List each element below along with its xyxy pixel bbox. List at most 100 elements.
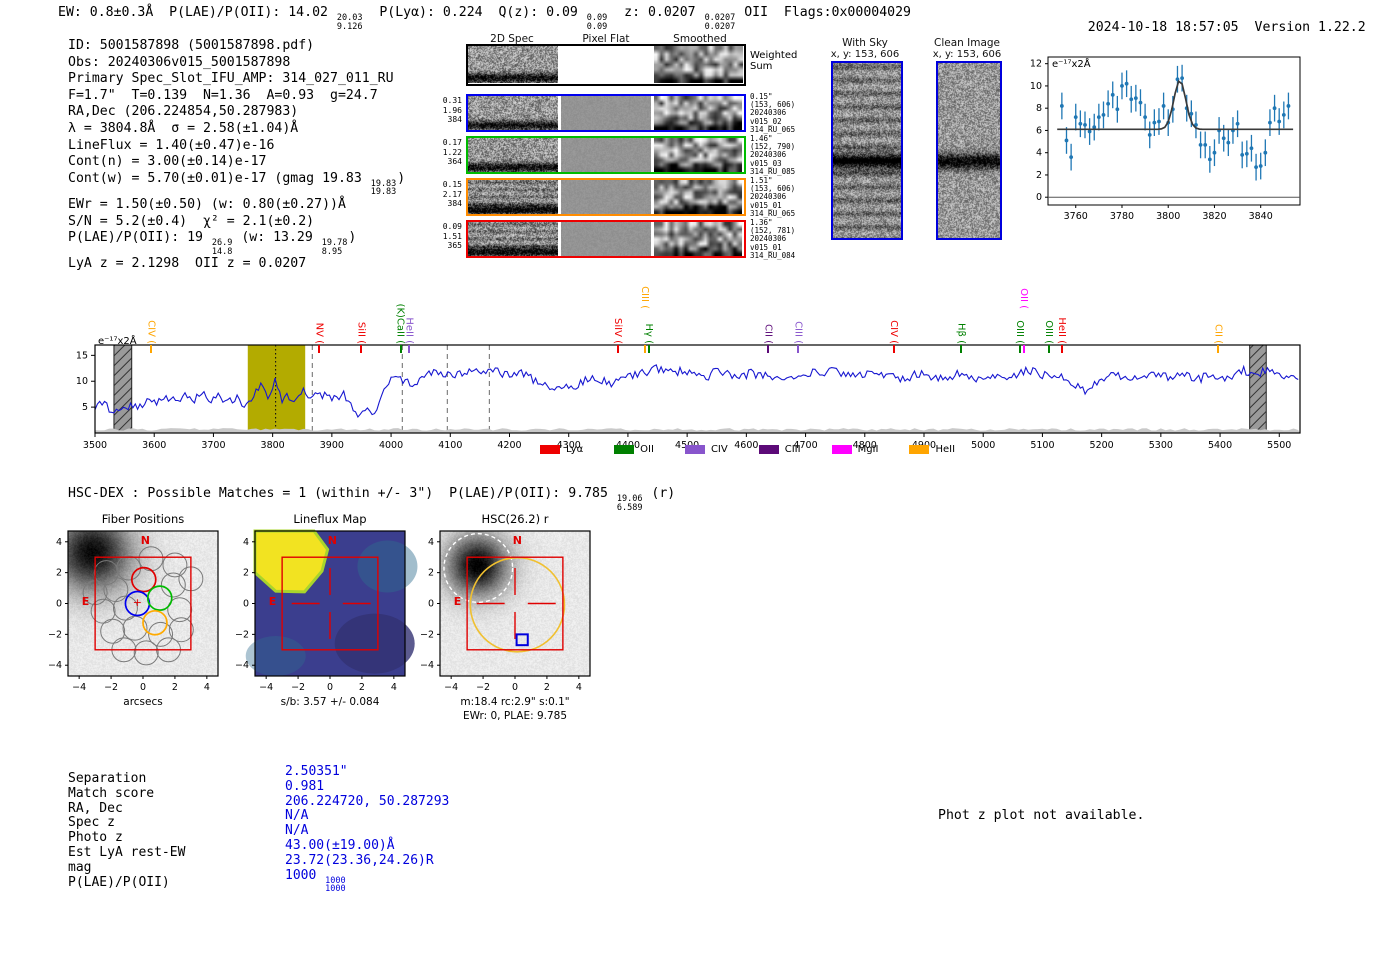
match-value: 43.00(±19.00)Å: [285, 837, 395, 853]
scale-value: 364: [447, 157, 462, 166]
inset-plot-svg: 0 2 4 6 8 10 12 3760 3780 3800 3820 3840: [1030, 56, 1301, 222]
match-label: Photo z: [68, 830, 123, 846]
emission-line-tick: [648, 345, 651, 353]
info-line-9: Cont(w) = 5.70(±0.01)e-17 (gmag 19.83 19…: [68, 171, 405, 197]
svg-text:E: E: [454, 595, 462, 608]
clean-image-coords: x, y: 153, 606: [932, 49, 1002, 60]
cutout-image: [468, 138, 558, 172]
match-value: 23.72(23.36,24.26)R: [285, 852, 434, 868]
text-segment: RA,Dec (206.224854,50.287983): [68, 104, 299, 120]
emission-line-tick: [892, 345, 895, 353]
svg-text:−2: −2: [476, 682, 490, 693]
legend-item-OII: OII: [614, 444, 654, 455]
lineflux-overlay: N E −4 −2 0 2 4 −4 −2 0 2 4: [235, 529, 418, 693]
cutout-image: [561, 46, 651, 83]
emission-line-tick: [150, 345, 153, 353]
emission-line-tick: [1217, 345, 1220, 353]
cutout-image: [561, 222, 651, 256]
scale-value: 384: [447, 199, 462, 208]
stacked-uncertainty: 20.03 9.126: [336, 13, 363, 32]
svg-text:3820: 3820: [1202, 211, 1226, 222]
text-segment: Cont(w) = 5.70(±0.01)e-17 (gmag 19.83: [68, 170, 370, 186]
cutout-row-annotations: 0.15" (153, 606) 20240306 v015_02 314_RU_065: [750, 92, 820, 134]
svg-text:−4: −4: [444, 682, 458, 693]
emission-line-tick: [1060, 345, 1063, 353]
info-line-3: Primary Spec_Slot_IFU_AMP: 314_027_011_R…: [68, 71, 405, 88]
emission-line-tick: [960, 345, 963, 353]
scale-value: 1.22: [442, 147, 462, 157]
panel-fiber: Fiber Positions + N E −4 −2 0 2 4 −4 −2 0 2 4 arcsecs: [38, 510, 248, 725]
cutout-image: [468, 46, 558, 83]
panel-xlabel-lineflux: s/b: 3.57 +/- 0.084: [280, 696, 380, 708]
svg-text:5500: 5500: [1267, 440, 1291, 451]
cutout-image: [468, 96, 558, 130]
svg-text:−2: −2: [235, 629, 249, 640]
legend-item-CIV: CIV: [684, 444, 728, 455]
annotation-line: 314_RU_085: [750, 166, 796, 176]
svg-text:−2: −2: [420, 629, 434, 640]
emission-line-tick: [318, 345, 321, 353]
info-line-6: λ = 3804.8Å σ = 2.58(±1.04)Å: [68, 121, 405, 138]
emission-line-marker-HeII: HeII (: [403, 317, 415, 344]
svg-text:2: 2: [428, 568, 434, 579]
emission-line-marker-HeII: HeII (: [1055, 317, 1067, 344]
svg-text:4: 4: [391, 682, 397, 693]
clean-image-title: Clean Image: [933, 37, 1001, 49]
svg-text:2: 2: [56, 568, 62, 579]
emission-line-tick: [797, 345, 800, 353]
svg-text:E: E: [269, 595, 277, 608]
match-label: P(LAE)/P(OII): [68, 874, 170, 890]
stacked-uncertainty: 0.09 0.09: [586, 13, 608, 32]
match-value: 2.50351": [285, 764, 348, 779]
emission-line-marker-CII: CII (: [1212, 324, 1224, 344]
text-segment: Cont(n) = 3.00(±0.14)e-17: [68, 154, 267, 170]
cutout-image: [654, 138, 742, 172]
emission-line-marker-CIV: CIV (: [887, 320, 899, 344]
emission-line-marker-CIV: CIV (: [145, 320, 157, 344]
svg-text:−2: −2: [291, 682, 305, 693]
emission-line-marker-NV: NV (: [313, 322, 325, 344]
panel-xlabel2-hsc: EWr: 0, PLAE: 9.785: [462, 710, 568, 722]
stacked-uncertainty: 26.9 14.8: [211, 238, 233, 257]
svg-text:N: N: [513, 534, 522, 547]
text-segment: F=1.7" T=0.139 N=1.36 A=0.93 g=24.7: [68, 87, 378, 103]
svg-text:5400: 5400: [1208, 440, 1232, 451]
legend-label: MgII: [857, 444, 879, 455]
panel-xlabel-hsc: m:18.4 rc:2.9" s:0.1": [460, 696, 570, 708]
emission-line-tick: [1018, 345, 1021, 353]
hsc-dex-summary-line: HSC-DEX : Possible Matches = 1 (within +…: [68, 486, 675, 512]
svg-text:2: 2: [1036, 170, 1042, 181]
scale-value: 1.51: [442, 231, 462, 241]
photz-note: Phot z plot not available.: [938, 808, 1145, 823]
emission-line-tick: [1047, 345, 1050, 353]
with-sky-title: With Sky: [842, 37, 888, 49]
text-segment: P(Lyα): 0.224 Q(z): 0.09: [363, 5, 586, 20]
scale-value: 0.31: [442, 96, 462, 105]
svg-text:2: 2: [243, 568, 249, 579]
svg-text:3900: 3900: [320, 440, 344, 451]
svg-text:15: 15: [76, 350, 88, 361]
svg-text:5100: 5100: [1030, 440, 1054, 451]
weighted-sum-row: [466, 44, 746, 86]
legend-label: CIV: [710, 444, 728, 455]
stacked-uncertainty: 19.83 19.83: [370, 178, 397, 198]
text-segment: P(LAE)/P(OII): 19: [68, 230, 211, 246]
cutout-image: [654, 96, 742, 130]
text-segment: S/N = 5.2(±0.4) χ² = 2.1(±0.2): [68, 213, 315, 229]
scale-value: 0.15: [442, 180, 462, 189]
emission-line-marker-CII: CII (: [762, 324, 774, 344]
clean-image-image: [936, 61, 1002, 240]
svg-text:4: 4: [428, 537, 434, 548]
legend-swatch: [684, 445, 705, 454]
svg-text:3800: 3800: [1156, 211, 1180, 222]
emission-line-marker-CIII: CIII (: [792, 321, 804, 344]
svg-text:N: N: [328, 534, 337, 547]
emission-line-tick: [1023, 345, 1026, 353]
svg-text:3780: 3780: [1110, 211, 1134, 222]
scale-value: 1.96: [442, 105, 462, 115]
info-line-11: S/N = 5.2(±0.4) χ² = 2.1(±0.2): [68, 214, 405, 231]
svg-text:3600: 3600: [142, 440, 166, 451]
hsc-overlay: N E −4 −2 0 2 4 −4 −2 0 2 4: [420, 530, 591, 693]
cutout-row-1: [466, 94, 746, 132]
svg-text:4: 4: [243, 537, 249, 548]
